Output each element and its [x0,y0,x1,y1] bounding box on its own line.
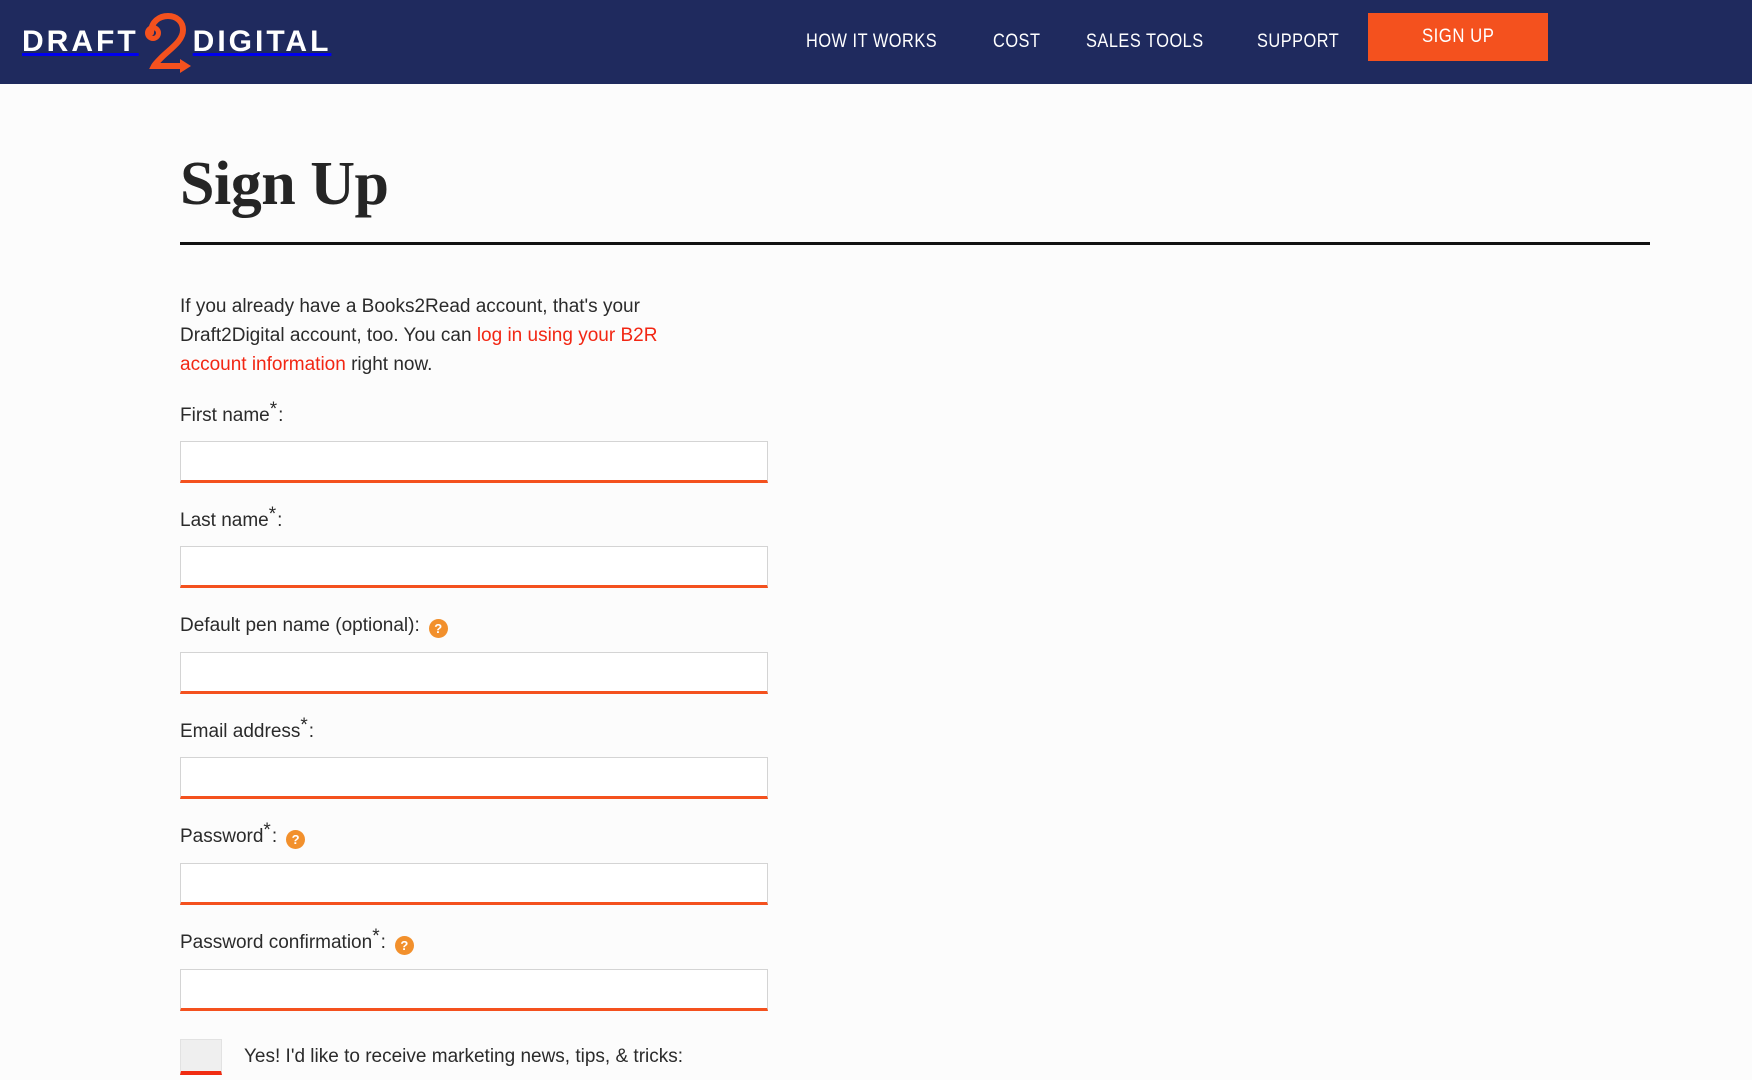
logo-text-draft: DRAFT [22,25,139,58]
content-column: Sign Up If you already have a Books2Read… [180,84,1650,1075]
marketing-optin-label: Yes! I'd like to receive marketing news,… [244,1045,684,1067]
label-email-address: Email address *: [180,716,1616,742]
site-logo[interactable]: DRAFT DIGITAL [22,0,331,84]
required-marker: * [372,925,380,947]
required-marker: * [263,819,271,841]
signup-button[interactable]: SIGN UP [1368,13,1548,61]
signup-button-label: SIGN UP [1421,26,1495,47]
default-pen-name-input[interactable] [180,651,768,694]
field-default-pen-name: Default pen name (optional): ? [180,616,1616,694]
last-name-input[interactable] [180,545,768,588]
nav-item-sales-tools[interactable]: SALES TOOLS [1086,31,1204,53]
question-mark-icon-password[interactable]: ? [286,829,306,849]
label-last-name: Last name *: [180,505,1616,531]
page-body: Sign Up If you already have a Books2Read… [0,84,1752,1075]
logo-text-digital: DIGITAL [192,25,332,58]
field-last-name: Last name *: [180,505,1616,588]
logo-2-mark-icon [140,11,192,73]
nav-item-how-it-works[interactable]: HOW IT WORKS [806,31,937,53]
required-marker: * [268,503,277,525]
label-default-pen-name: Default pen name (optional): ? [180,614,1616,638]
nav-item-support[interactable]: SUPPORT [1257,31,1339,53]
label-password-text: Password [180,825,264,847]
required-marker: * [300,714,308,736]
label-colon: : [278,404,284,426]
main-navigation: HOW IT WORKS COST SALES TOOLS SUPPORT [806,0,1352,84]
label-colon: : [380,931,386,953]
password-input[interactable] [180,862,768,905]
question-mark-icon-password-confirmation[interactable]: ? [394,935,414,955]
label-first-name-text: First name [180,404,270,426]
password-confirmation-input[interactable] [180,968,768,1011]
first-name-input[interactable] [180,440,768,483]
field-first-name: First name *: [180,400,1616,483]
label-email-address-text: Email address [180,720,301,742]
title-divider [180,242,1650,246]
required-marker: * [269,398,278,420]
site-header: DRAFT DIGITAL HOW IT WORKS COST SALES TO… [0,0,1752,84]
question-mark-icon-pen-name[interactable]: ? [428,618,448,638]
page-title: Sign Up [180,150,389,218]
label-first-name: First name *: [180,400,1616,426]
email-address-input[interactable] [180,756,768,799]
intro-paragraph: If you already have a Books2Read account… [180,293,720,380]
label-colon: : [308,720,315,742]
label-colon: : [271,825,278,847]
intro-text-after-link: right now. [345,353,433,375]
nav-item-cost[interactable]: COST [993,31,1040,53]
label-default-pen-name-text: Default pen name (optional): [180,614,420,636]
label-password: Password *: ? [180,821,1616,849]
label-colon: : [277,509,283,531]
label-password-confirmation-text: Password confirmation [180,931,373,953]
marketing-optin-row: Yes! I'd like to receive marketing news,… [180,1038,1616,1075]
label-password-confirmation: Password confirmation *: ? [180,927,1616,955]
field-password-confirmation: Password confirmation *: ? [180,927,1616,1011]
field-password: Password *: ? [180,821,1616,905]
marketing-optin-checkbox[interactable] [180,1038,222,1075]
field-email-address: Email address *: [180,716,1616,799]
signup-form: First name *: Last name *: Default pen nam… [180,400,1616,1075]
label-last-name-text: Last name [180,509,269,531]
